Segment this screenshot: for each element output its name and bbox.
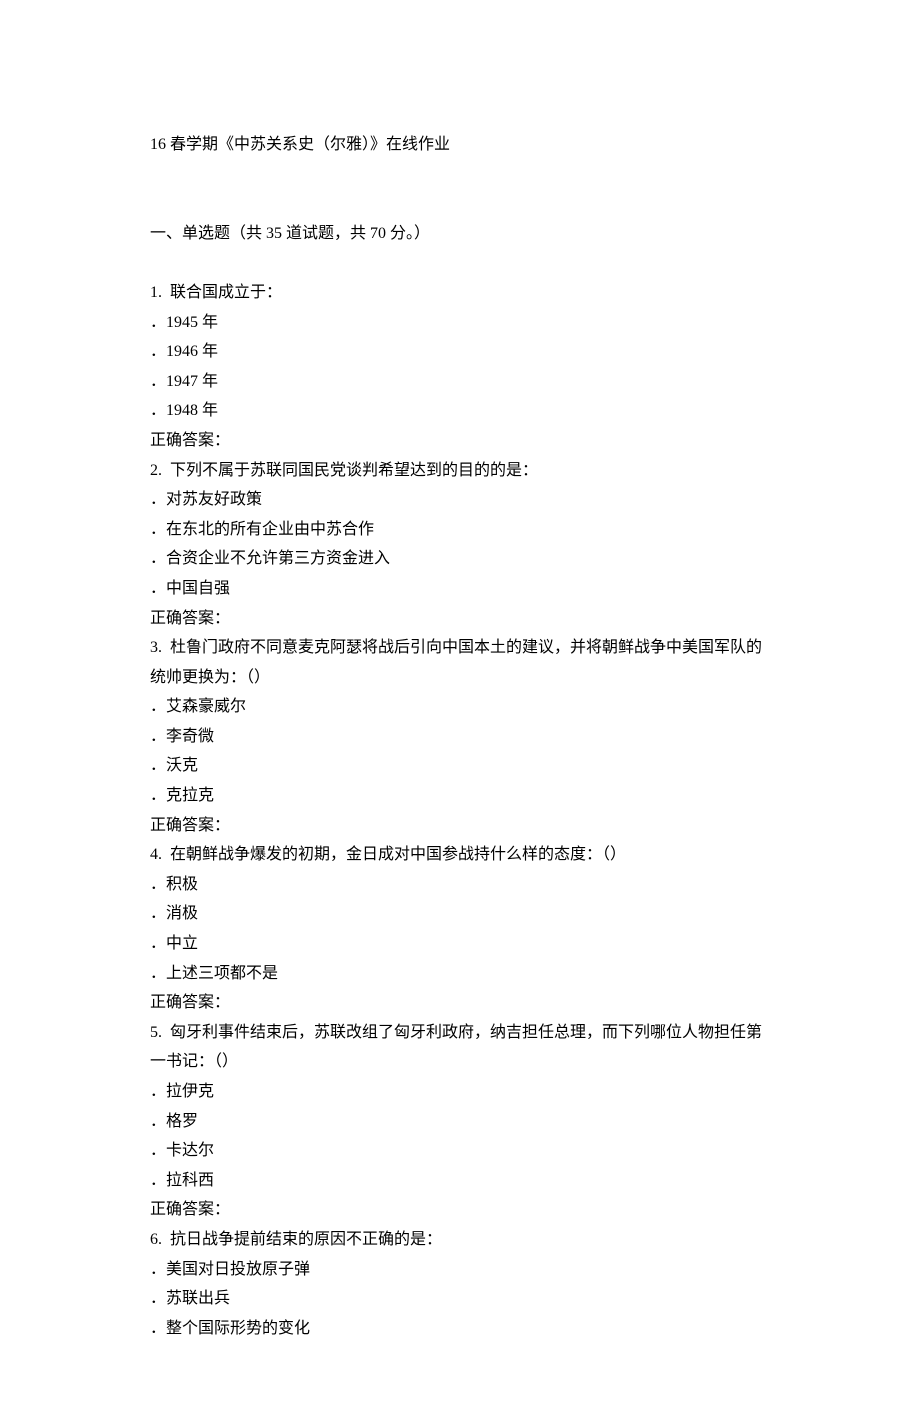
question: 2. 下列不属于苏联同国民党谈判希望达到的目的的是：．对苏友好政策．在东北的所有…	[150, 456, 770, 634]
question-stem: 6. 抗日战争提前结束的原因不正确的是：	[150, 1225, 770, 1255]
question: 6. 抗日战争提前结束的原因不正确的是：．美国对日投放原子弹．苏联出兵．整个国际…	[150, 1225, 770, 1343]
questions-container: 1. 联合国成立于：．1945 年．1946 年．1947 年．1948 年正确…	[150, 278, 770, 1343]
question-text: 联合国成立于：	[162, 284, 282, 301]
question: 5. 匈牙利事件结束后，苏联改组了匈牙利政府，纳吉担任总理，而下列哪位人物担任第…	[150, 1018, 770, 1225]
question-option: ．格罗	[150, 1107, 770, 1137]
question-stem: 3. 杜鲁门政府不同意麦克阿瑟将战后引向中国本土的建议，并将朝鲜战争中美国军队的…	[150, 633, 770, 692]
question-text: 在朝鲜战争爆发的初期，金日成对中国参战持什么样的态度：（）	[162, 846, 626, 863]
question-option: ．苏联出兵	[150, 1284, 770, 1314]
question-stem: 5. 匈牙利事件结束后，苏联改组了匈牙利政府，纳吉担任总理，而下列哪位人物担任第…	[150, 1018, 770, 1077]
question: 3. 杜鲁门政府不同意麦克阿瑟将战后引向中国本土的建议，并将朝鲜战争中美国军队的…	[150, 633, 770, 840]
question-stem: 4. 在朝鲜战争爆发的初期，金日成对中国参战持什么样的态度：（）	[150, 840, 770, 870]
question-stem: 1. 联合国成立于：	[150, 278, 770, 308]
question-number: 1.	[150, 284, 162, 301]
answer-label: 正确答案：	[150, 988, 770, 1018]
question-stem: 2. 下列不属于苏联同国民党谈判希望达到的目的的是：	[150, 456, 770, 486]
question-option: ．消极	[150, 899, 770, 929]
question-option: ．克拉克	[150, 781, 770, 811]
answer-label: 正确答案：	[150, 426, 770, 456]
question-option: ．1946 年	[150, 337, 770, 367]
question-option: ．李奇微	[150, 722, 770, 752]
question-number: 2.	[150, 462, 162, 479]
answer-label: 正确答案：	[150, 811, 770, 841]
question-option: ．1948 年	[150, 396, 770, 426]
question-option: ．1947 年	[150, 367, 770, 397]
question-option: ．上述三项都不是	[150, 959, 770, 989]
question-text: 杜鲁门政府不同意麦克阿瑟将战后引向中国本土的建议，并将朝鲜战争中美国军队的统帅更…	[150, 639, 762, 686]
question-option: ．对苏友好政策	[150, 485, 770, 515]
question-option: ．中国自强	[150, 574, 770, 604]
question-text: 下列不属于苏联同国民党谈判希望达到的目的的是：	[162, 462, 538, 479]
question-option: ．拉科西	[150, 1166, 770, 1196]
question-number: 6.	[150, 1231, 162, 1248]
question-option: ．在东北的所有企业由中苏合作	[150, 515, 770, 545]
question-text: 抗日战争提前结束的原因不正确的是：	[162, 1231, 442, 1248]
question-text: 匈牙利事件结束后，苏联改组了匈牙利政府，纳吉担任总理，而下列哪位人物担任第一书记…	[150, 1024, 762, 1071]
question-number: 3.	[150, 639, 162, 656]
question-option: ．积极	[150, 870, 770, 900]
question-option: ．中立	[150, 929, 770, 959]
section-header: 一、单选题（共 35 道试题，共 70 分。）	[150, 219, 770, 249]
question-number: 4.	[150, 846, 162, 863]
question-option: ．卡达尔	[150, 1136, 770, 1166]
answer-label: 正确答案：	[150, 604, 770, 634]
question-option: ．合资企业不允许第三方资金进入	[150, 544, 770, 574]
answer-label: 正确答案：	[150, 1195, 770, 1225]
question-option: ．整个国际形势的变化	[150, 1314, 770, 1344]
question-option: ．拉伊克	[150, 1077, 770, 1107]
question-option: ．美国对日投放原子弹	[150, 1255, 770, 1285]
document-page: 16 春学期《中苏关系史（尔雅）》在线作业 一、单选题（共 35 道试题，共 7…	[0, 0, 920, 1423]
question-option: ．1945 年	[150, 308, 770, 338]
document-title: 16 春学期《中苏关系史（尔雅）》在线作业	[150, 130, 770, 160]
question-number: 5.	[150, 1024, 162, 1041]
question: 1. 联合国成立于：．1945 年．1946 年．1947 年．1948 年正确…	[150, 278, 770, 456]
question: 4. 在朝鲜战争爆发的初期，金日成对中国参战持什么样的态度：（）．积极．消极．中…	[150, 840, 770, 1018]
question-option: ．沃克	[150, 751, 770, 781]
question-option: ．艾森豪威尔	[150, 692, 770, 722]
